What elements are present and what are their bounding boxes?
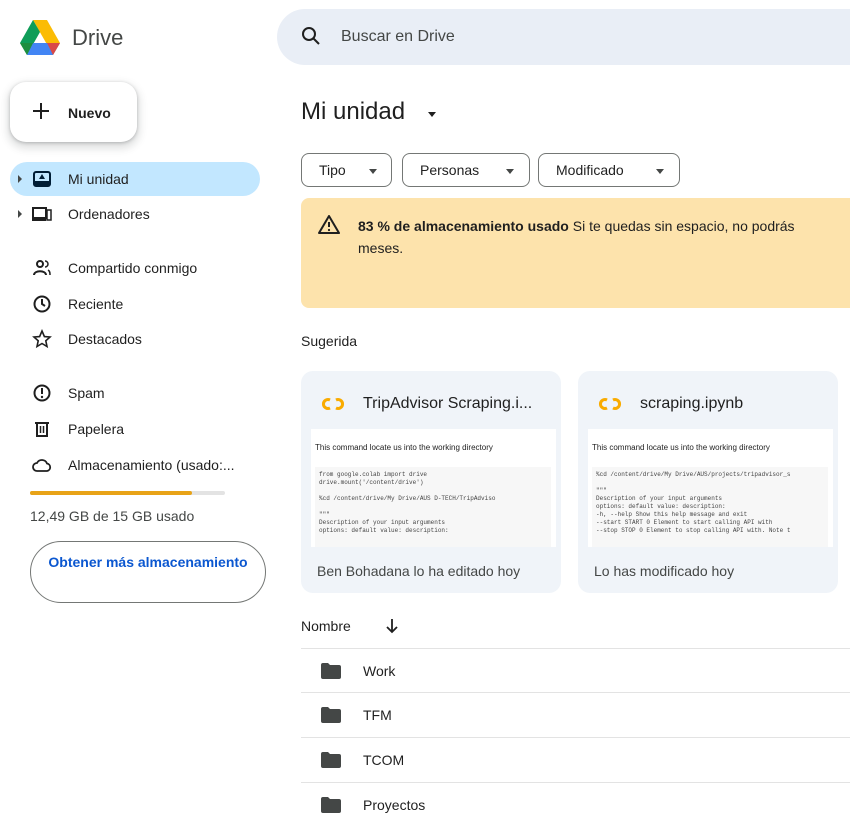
filter-label: Tipo <box>319 162 346 178</box>
sort-arrow-down-icon[interactable] <box>385 618 399 634</box>
chevron-down-icon <box>656 169 664 174</box>
search-input[interactable]: Buscar en Drive <box>341 28 455 46</box>
suggested-file-card[interactable]: scraping.ipynb This command locate us in… <box>578 371 838 593</box>
chevron-down-icon[interactable] <box>428 112 436 117</box>
sidebar-item-trash[interactable]: Papelera <box>10 412 260 446</box>
my-drive-icon <box>33 171 51 187</box>
chevron-down-icon <box>369 169 377 174</box>
sidebar-item-storage[interactable]: Almacenamiento (usado:... <box>10 448 260 482</box>
file-preview-thumbnail: This command locate us into the working … <box>588 429 833 547</box>
page-title[interactable]: Mi unidad <box>301 98 405 126</box>
folder-icon <box>321 707 341 723</box>
suggested-file-card[interactable]: TripAdvisor Scraping.i... This command l… <box>301 371 561 593</box>
get-more-storage-button[interactable]: Obtener más almacenamiento <box>30 541 266 603</box>
file-row[interactable]: Work <box>301 648 850 693</box>
expand-caret-icon[interactable] <box>18 175 22 183</box>
storage-warning-bold: 83 % de almacenamiento usado <box>358 218 569 234</box>
colab-icon <box>599 398 621 410</box>
spam-icon <box>33 384 51 402</box>
sidebar-item-label: Mi unidad <box>68 171 129 187</box>
file-name: Work <box>363 663 396 679</box>
folder-icon <box>321 752 341 768</box>
sidebar-item-label: Reciente <box>68 296 124 312</box>
sidebar-item-recent[interactable]: Reciente <box>10 287 260 321</box>
sidebar-item-label: Destacados <box>68 331 142 347</box>
preview-heading: This command locate us into the working … <box>315 443 493 452</box>
shared-icon <box>33 260 51 276</box>
new-button-label: Nuevo <box>68 105 111 121</box>
filter-label: Personas <box>420 162 480 178</box>
file-row[interactable]: TCOM <box>301 737 850 782</box>
sidebar-item-my-drive[interactable]: Mi unidad <box>10 162 260 196</box>
filter-modified-chip[interactable]: Modificado <box>538 153 680 187</box>
storage-usage-text: 12,49 GB de 15 GB usado <box>30 508 195 524</box>
trash-icon <box>35 422 49 437</box>
sidebar-item-computers[interactable]: Ordenadores <box>10 197 260 231</box>
sidebar-item-label: Spam <box>68 385 105 401</box>
file-row[interactable]: TFM <box>301 692 850 737</box>
file-name: Proyectos <box>363 797 426 813</box>
app-title: Drive <box>72 25 124 50</box>
storage-progress-fill <box>30 491 192 495</box>
colab-icon <box>322 398 344 410</box>
preview-code: %cd /content/drive/My Drive/AUS/projects… <box>592 467 828 547</box>
sidebar-item-label: Papelera <box>68 421 125 437</box>
folder-icon <box>321 797 341 813</box>
card-activity: Lo has modificado hoy <box>594 563 735 579</box>
clock-icon <box>33 295 51 313</box>
warning-icon <box>318 215 340 234</box>
suggested-heading: Sugerida <box>301 333 358 349</box>
preview-heading: This command locate us into the working … <box>592 443 770 452</box>
plus-icon <box>33 103 49 119</box>
chevron-down-icon <box>506 169 514 174</box>
filter-type-chip[interactable]: Tipo <box>301 153 392 187</box>
file-name: TCOM <box>363 752 405 768</box>
get-more-storage-label: Obtener más almacenamiento <box>48 554 248 570</box>
sidebar-item-starred[interactable]: Destacados <box>10 322 260 356</box>
cloud-icon <box>32 459 52 472</box>
sidebar-item-shared[interactable]: Compartido conmigo <box>10 251 260 285</box>
expand-caret-icon[interactable] <box>18 210 22 218</box>
filter-label: Modificado <box>556 162 624 178</box>
card-title: TripAdvisor Scraping.i... <box>363 395 533 412</box>
computers-icon <box>32 207 52 221</box>
star-icon <box>32 329 52 349</box>
sidebar-item-label: Almacenamiento (usado:... <box>68 457 235 473</box>
file-name: TFM <box>363 707 392 723</box>
google-drive-logo-icon[interactable] <box>20 20 60 55</box>
folder-icon <box>321 663 341 679</box>
filter-people-chip[interactable]: Personas <box>402 153 530 187</box>
preview-code: from google.colab import drive drive.mou… <box>315 467 551 547</box>
file-preview-thumbnail: This command locate us into the working … <box>311 429 556 547</box>
storage-warning-text: 83 % de almacenamiento usado Si te queda… <box>358 215 850 259</box>
sidebar-item-spam[interactable]: Spam <box>10 376 260 410</box>
storage-warning-body: Si te quedas sin espacio, no podrás <box>568 218 795 234</box>
card-title: scraping.ipynb <box>640 395 744 412</box>
sidebar-item-label: Ordenadores <box>68 206 150 222</box>
column-header-name[interactable]: Nombre <box>301 618 351 634</box>
search-icon[interactable] <box>300 25 322 47</box>
card-activity: Ben Bohadana lo ha editado hoy <box>317 563 521 579</box>
sidebar-item-label: Compartido conmigo <box>68 260 198 276</box>
storage-warning-body-2: meses. <box>358 240 404 256</box>
